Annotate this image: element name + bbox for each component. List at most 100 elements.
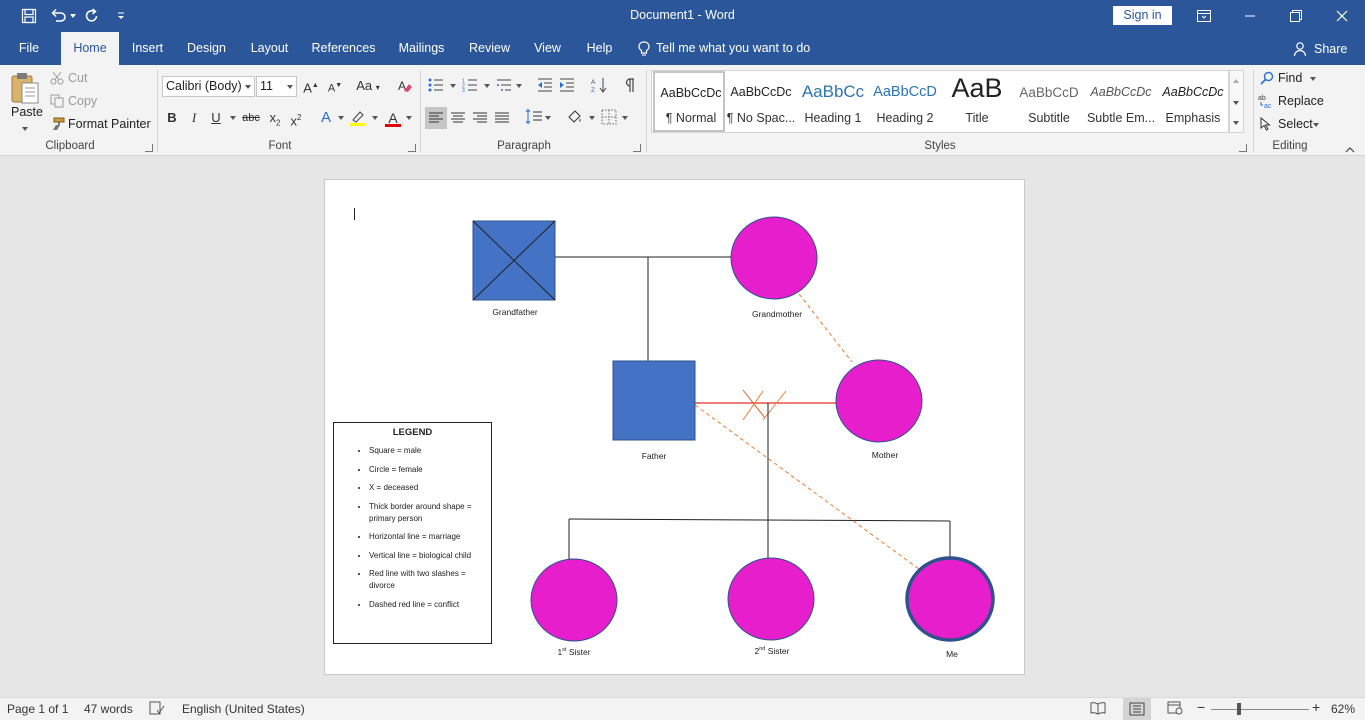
tab-home[interactable]: Home	[61, 32, 119, 65]
tell-me-search[interactable]: Tell me what you want to do	[638, 32, 810, 65]
find-dropdown-icon[interactable]	[1310, 77, 1316, 81]
strikethrough-button[interactable]: abc	[240, 107, 262, 129]
restore-button[interactable]	[1273, 0, 1319, 32]
highlight-dropdown-icon[interactable]	[372, 116, 378, 120]
tab-view[interactable]: View	[529, 32, 566, 65]
shrink-font-button[interactable]: A▼	[324, 75, 346, 97]
zoom-in-button[interactable]: +	[1312, 699, 1320, 715]
font-size-select[interactable]: 11	[256, 76, 297, 97]
increase-indent-icon[interactable]	[559, 78, 575, 95]
zoom-out-button[interactable]: −	[1197, 699, 1205, 715]
read-mode-icon[interactable]	[1090, 701, 1106, 718]
sister2-shape[interactable]	[727, 557, 815, 641]
gallery-down-icon[interactable]	[1233, 101, 1239, 105]
select-button[interactable]: Select	[1278, 117, 1313, 131]
line-spacing-dropdown-icon[interactable]	[545, 116, 551, 120]
italic-button[interactable]: I	[183, 107, 205, 129]
document-page[interactable]: Grandfather Grandmother Father Mother 1s…	[324, 179, 1025, 675]
bold-button[interactable]: B	[161, 107, 183, 129]
show-formatting-marks-icon[interactable]	[623, 77, 635, 96]
font-color-button[interactable]: A	[382, 107, 404, 129]
style-heading-2[interactable]: AaBbCcD Heading 2	[869, 71, 941, 132]
customize-toolbar-icon[interactable]	[107, 0, 135, 32]
superscript-button[interactable]: x2	[285, 107, 307, 129]
font-color-dropdown-icon[interactable]	[406, 116, 412, 120]
numbering-icon[interactable]: 123	[462, 78, 478, 95]
styles-gallery-scroller[interactable]	[1229, 70, 1244, 133]
grandfather-shape[interactable]	[472, 220, 556, 301]
shading-dropdown-icon[interactable]	[589, 116, 595, 120]
print-layout-icon[interactable]	[1123, 698, 1151, 720]
gallery-up-icon[interactable]	[1233, 79, 1239, 83]
underline-button[interactable]: U	[205, 107, 227, 129]
replace-button[interactable]: Replace	[1278, 94, 1324, 108]
highlighter-icon[interactable]	[349, 109, 367, 130]
legend-box[interactable]: LEGEND Square = male Circle = female X =…	[333, 422, 492, 644]
justify-button[interactable]	[491, 107, 513, 132]
style-subtle-emphasis[interactable]: AaBbCcDc Subtle Em...	[1085, 71, 1157, 132]
tab-help[interactable]: Help	[581, 32, 618, 65]
style-emphasis[interactable]: AaBbCcDc Emphasis	[1157, 71, 1229, 132]
tab-mailings[interactable]: Mailings	[393, 32, 450, 65]
paste-button[interactable]: Paste	[11, 105, 43, 119]
shading-icon[interactable]	[566, 109, 584, 128]
proofing-icon[interactable]	[149, 701, 165, 718]
grow-font-button[interactable]: A▲	[300, 75, 322, 97]
tab-layout[interactable]: Layout	[245, 32, 294, 65]
mother-shape[interactable]	[835, 359, 923, 443]
redo-icon[interactable]	[78, 0, 106, 32]
tab-design[interactable]: Design	[181, 32, 232, 65]
align-left-button[interactable]	[425, 107, 447, 129]
style-no-spacing[interactable]: AaBbCcDc ¶ No Spac...	[725, 71, 797, 132]
line-spacing-icon[interactable]	[525, 108, 543, 128]
multilevel-dropdown-icon[interactable]	[516, 84, 522, 88]
grandmother-shape[interactable]	[730, 216, 818, 300]
language-indicator[interactable]: English (United States)	[182, 702, 305, 716]
clear-formatting-icon[interactable]: A	[397, 78, 413, 97]
father-shape[interactable]	[612, 360, 696, 441]
tab-references[interactable]: References	[309, 32, 378, 65]
align-center-button[interactable]	[447, 107, 469, 132]
gallery-more-icon[interactable]	[1233, 121, 1239, 125]
underline-dropdown-icon[interactable]	[230, 116, 236, 120]
bullets-icon[interactable]	[428, 78, 444, 95]
clipboard-launcher-icon[interactable]	[145, 144, 153, 152]
style-title[interactable]: AaB Title	[941, 71, 1013, 132]
sort-icon[interactable]: AZ	[591, 77, 607, 96]
style-heading-1[interactable]: AaBbCc Heading 1	[797, 71, 869, 132]
paragraph-launcher-icon[interactable]	[633, 144, 641, 152]
find-button[interactable]: Find	[1278, 71, 1302, 85]
change-case-button[interactable]: Aa ▾	[352, 75, 384, 97]
align-right-button[interactable]	[469, 107, 491, 132]
me-shape[interactable]	[905, 556, 995, 642]
text-effects-button[interactable]: A	[315, 107, 337, 129]
sign-in-button[interactable]: Sign in	[1113, 6, 1172, 25]
select-dropdown-icon[interactable]	[1313, 123, 1319, 127]
numbering-dropdown-icon[interactable]	[484, 84, 490, 88]
zoom-level[interactable]: 62%	[1331, 702, 1355, 716]
tab-file[interactable]: File	[11, 32, 47, 65]
tab-insert[interactable]: Insert	[127, 32, 168, 65]
zoom-slider-thumb[interactable]	[1237, 703, 1241, 715]
page-count[interactable]: Page 1 of 1	[7, 702, 68, 716]
format-painter-button[interactable]: Format Painter	[68, 117, 151, 131]
font-launcher-icon[interactable]	[408, 144, 416, 152]
cut-button[interactable]: Cut	[68, 71, 87, 85]
save-icon[interactable]	[15, 0, 43, 32]
word-count[interactable]: 47 words	[84, 702, 133, 716]
bullets-dropdown-icon[interactable]	[450, 84, 456, 88]
style-normal[interactable]: AaBbCcDc ¶ Normal	[653, 71, 725, 132]
collapse-ribbon-icon[interactable]	[1345, 143, 1355, 157]
sister1-shape[interactable]	[530, 558, 618, 642]
font-name-select[interactable]: Calibri (Body)	[162, 76, 255, 97]
borders-dropdown-icon[interactable]	[622, 116, 628, 120]
borders-icon[interactable]	[601, 109, 617, 128]
subscript-button[interactable]: x2	[264, 107, 286, 129]
styles-launcher-icon[interactable]	[1239, 144, 1247, 152]
style-subtitle[interactable]: AaBbCcD Subtitle	[1013, 71, 1085, 132]
tab-review[interactable]: Review	[465, 32, 514, 65]
copy-button[interactable]: Copy	[68, 94, 97, 108]
zoom-slider[interactable]	[1211, 709, 1309, 710]
minimize-button[interactable]	[1227, 0, 1273, 32]
share-button[interactable]: Share	[1293, 32, 1347, 65]
